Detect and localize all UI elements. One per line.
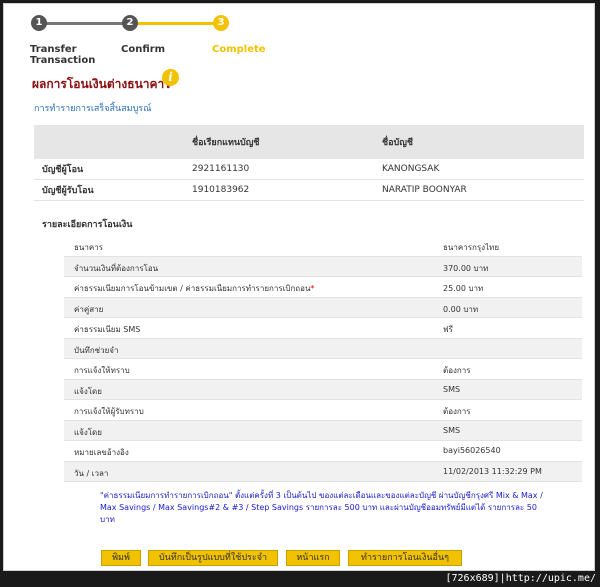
detail-label: บันทึกช่วยจำ (74, 345, 119, 355)
other-transfer-button[interactable]: ทำรายการโอนเงินอื่นๆ (348, 550, 462, 566)
detail-value: ฟรี (443, 325, 453, 334)
detail-row: แจ้งโดย SMS (64, 420, 582, 441)
table-row: บัญชีผู้รับโอน 1910183962 NARATIP BOONYA… (34, 179, 584, 201)
required-star: * (310, 284, 315, 293)
detail-value: ต้องการ (443, 366, 471, 375)
step-line-1 (42, 22, 128, 25)
success-message: การทำรายการเสร็จสิ้นสมบูรณ์ (34, 104, 152, 114)
detail-label: แจ้งโดย (74, 427, 102, 437)
step-3-label: Complete (212, 44, 266, 55)
account-header-blank (34, 125, 192, 159)
detail-value: 11/02/2013 11:32:29 PM (443, 466, 542, 476)
detail-row: วัน / เวลา 11/02/2013 11:32:29 PM (64, 461, 582, 482)
step-1-label-line2: Transaction (30, 55, 96, 66)
detail-label: การแจ้งให้ทราบ (74, 366, 130, 375)
info-icon[interactable]: i (162, 69, 179, 86)
detail-value: ต้องการ (443, 407, 471, 416)
detail-label-text: ค่าธรรมเนียมการโอนข้ามเขต / ค่าธรรมเนียม… (74, 284, 311, 293)
print-button[interactable]: พิมพ์ (101, 550, 141, 566)
account-table-header: ชื่อเรียกแทนบัญชี ชื่อบัญชี (34, 125, 584, 159)
row-label: บัญชีผู้รับโอน (34, 179, 192, 201)
home-button[interactable]: หน้าแรก (286, 550, 340, 566)
account-name: KANONGSAK (382, 159, 584, 180)
fee-note: "ค่าธรรมเนียมการทำรายการเบิกถอน" ตั้งแต่… (100, 491, 543, 524)
detail-row: ค่าธรรมเนียม SMS ฟรี (64, 318, 582, 339)
detail-label: การแจ้งให้ผู้รับทราบ (74, 407, 144, 416)
image-source-tag: [726x689]|http://upic.me/ (445, 573, 596, 584)
detail-row: ธนาคาร ธนาคารกรุงไทย (64, 236, 582, 257)
detail-row: หมายเลขอ้างอิง bayi56026540 (64, 441, 582, 462)
detail-label: แจ้งโดย (74, 386, 102, 396)
step-3-circle: 3 (213, 15, 229, 31)
detail-value: 0.00 บาท (443, 304, 479, 314)
detail-value: SMS (443, 425, 461, 435)
detail-label: วัน / เวลา (74, 468, 109, 478)
table-row: บัญชีผู้โอน 2921161130 KANONGSAK (34, 159, 584, 180)
row-label: บัญชีผู้โอน (34, 159, 192, 180)
detail-row: แจ้งโดย SMS (64, 379, 582, 400)
detail-row: ค่าธรรมเนียมการโอนข้ามเขต / ค่าธรรมเนียม… (64, 277, 582, 298)
detail-row: บันทึกช่วยจำ (64, 338, 582, 359)
step-3-label-line1: Complete (212, 44, 266, 55)
detail-row: การแจ้งให้ผู้รับทราบ ต้องการ (64, 400, 582, 421)
account-header-alias: ชื่อเรียกแทนบัญชี (192, 125, 382, 159)
step-2-label: Confirm (121, 44, 165, 55)
detail-label: ธนาคาร (74, 243, 103, 252)
account-number: 2921161130 (192, 159, 382, 180)
progress-steps: 1 2 3 Transfer Transaction Confirm Compl… (4, 4, 596, 74)
step-line-2 (137, 22, 217, 25)
step-2-circle: 2 (122, 15, 138, 31)
step-2-label-line1: Confirm (121, 44, 166, 55)
details-title: รายละเอียดการโอนเงิน (42, 220, 133, 230)
account-header-name: ชื่อบัญชี (382, 125, 584, 159)
detail-row: จำนวนเงินที่ต้องการโอน 370.00 บาท (64, 256, 582, 277)
detail-value: ธนาคารกรุงไทย (443, 243, 500, 252)
detail-row: ค่าคู่สาย 0.00 บาท (64, 297, 582, 318)
account-table: ชื่อเรียกแทนบัญชี ชื่อบัญชี บัญชีผู้โอน … (34, 125, 584, 201)
detail-row: การแจ้งให้ทราบ ต้องการ (64, 359, 582, 380)
account-name: NARATIP BOONYAR (382, 179, 584, 201)
step-1-circle: 1 (31, 15, 47, 31)
detail-label: ค่าคู่สาย (74, 304, 104, 314)
detail-value: bayi56026540 (443, 446, 501, 455)
transfer-result-page: 1 2 3 Transfer Transaction Confirm Compl… (3, 3, 595, 571)
detail-value: 25.00 บาท (443, 284, 484, 293)
detail-label: หมายเลขอ้างอิง (74, 448, 129, 457)
step-1-label: Transfer Transaction (30, 44, 95, 66)
save-template-button[interactable]: บันทึกเป็นรูปแบบที่ใช้ประจำ (148, 550, 278, 566)
detail-label: ค่าธรรมเนียมการโอนข้ามเขต / ค่าธรรมเนียม… (74, 282, 314, 295)
page-title: ผลการโอนเงินต่างธนาคาร (32, 77, 171, 91)
detail-value: SMS (443, 384, 461, 394)
detail-value: 370.00 บาท (443, 263, 489, 273)
account-number: 1910183962 (192, 179, 382, 201)
details-list: ธนาคาร ธนาคารกรุงไทย จำนวนเงินที่ต้องการโ… (64, 236, 582, 482)
step-1-label-line1: Transfer (30, 44, 77, 55)
detail-label: ค่าธรรมเนียม SMS (74, 325, 141, 334)
detail-label: จำนวนเงินที่ต้องการโอน (74, 263, 159, 273)
